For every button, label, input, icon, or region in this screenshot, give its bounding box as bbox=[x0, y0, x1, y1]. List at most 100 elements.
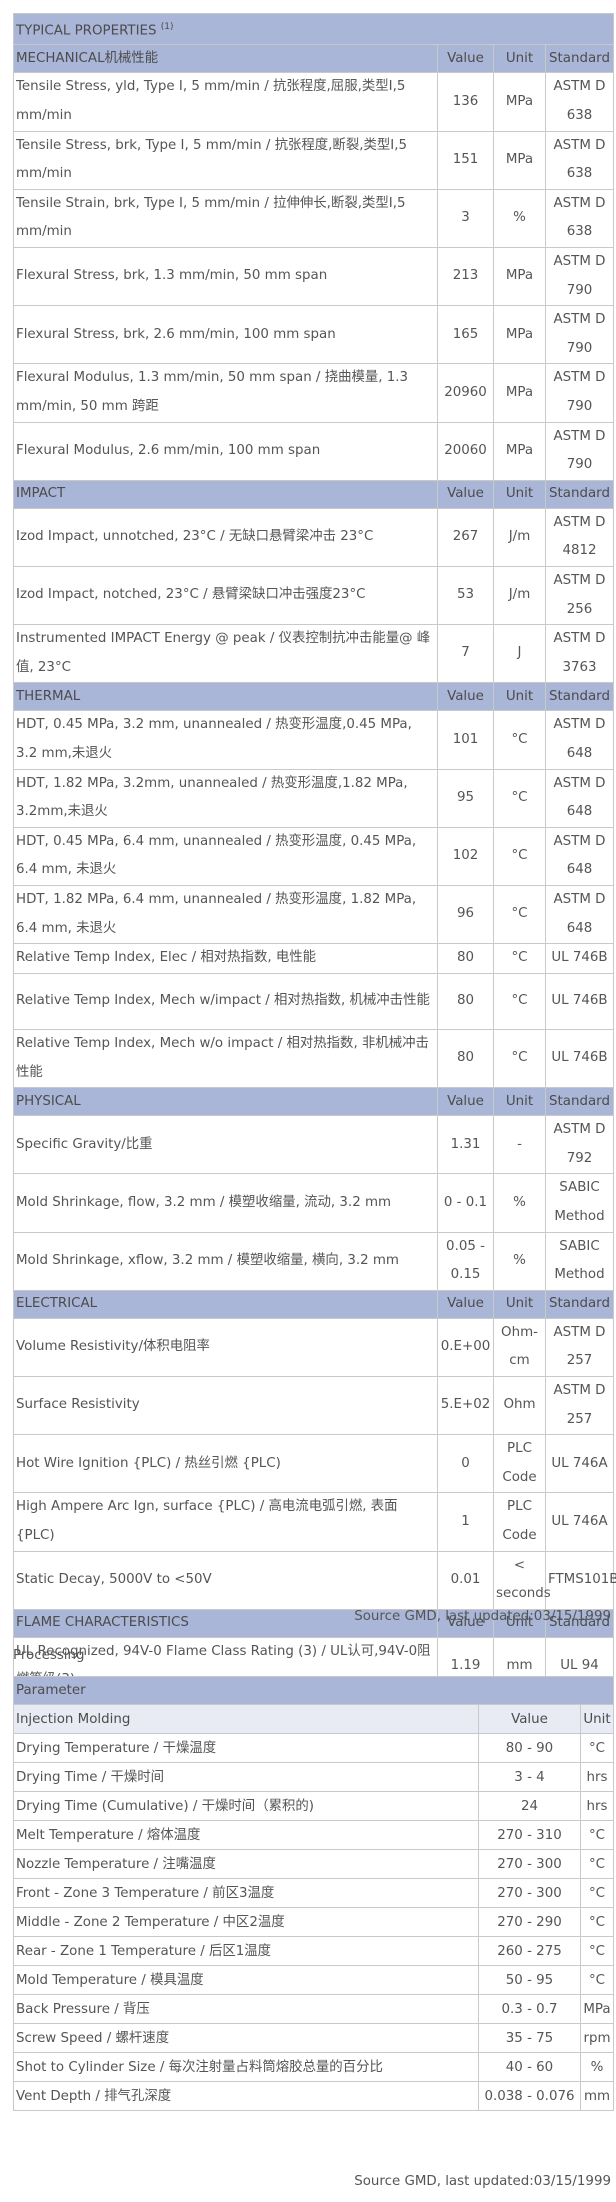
property-name: Mold Shrinkage, xflow, 3.2 mm / 模塑收缩量, 横… bbox=[13, 1231, 438, 1291]
property-standard: ASTM D 256 bbox=[545, 565, 614, 626]
processing-row: Melt Temperature / 熔体温度 270 - 310 °C bbox=[13, 1820, 614, 1850]
property-standard: UL 746B bbox=[545, 973, 614, 1031]
property-standard: ASTM D 648 bbox=[545, 710, 614, 770]
property-unit: Ohm-cm bbox=[493, 1317, 546, 1378]
processing-value: 270 - 310 bbox=[478, 1820, 581, 1850]
property-standard: ASTM D 257 bbox=[545, 1376, 614, 1436]
processing-row: Front - Zone 3 Temperature / 前区3温度 270 - … bbox=[13, 1878, 614, 1908]
property-unit: PLC Code bbox=[493, 1434, 546, 1494]
processing-unit: rpm bbox=[580, 2023, 614, 2053]
property-standard: ASTM D 790 bbox=[545, 247, 614, 307]
property-name: Relative Temp Index, Mech w/impact / 相对热… bbox=[13, 973, 438, 1031]
property-row: Tensile Strain, brk, Type I, 5 mm/min / … bbox=[13, 188, 614, 249]
section-value-header: Value bbox=[437, 44, 494, 74]
property-row: HDT, 0.45 MPa, 3.2 mm, unannealed / 热变形温… bbox=[13, 710, 614, 770]
property-unit: MPa bbox=[493, 363, 546, 423]
property-name: Specific Gravity/比重 bbox=[13, 1115, 438, 1175]
property-value: 80 bbox=[437, 973, 494, 1031]
processing-row: Vent Depth / 排气孔深度 0.038 - 0.076 mm bbox=[13, 2081, 614, 2111]
property-name: Flexural Stress, brk, 1.3 mm/min, 50 mm … bbox=[13, 247, 438, 307]
property-name: Static Decay, 5000V to <50V bbox=[13, 1550, 438, 1610]
property-unit: °C bbox=[493, 1029, 546, 1089]
property-row: Relative Temp Index, Mech w/o impact / 相… bbox=[13, 1029, 614, 1089]
property-name: Izod Impact, notched, 23°C / 悬臂梁缺口冲击强度23… bbox=[13, 565, 438, 626]
property-value: 3 bbox=[437, 188, 494, 249]
property-value: 96 bbox=[437, 884, 494, 945]
section-standard-header: Standard bbox=[545, 479, 614, 509]
property-name: Mold Shrinkage, flow, 3.2 mm / 模塑收缩量, 流动… bbox=[13, 1173, 438, 1233]
section-standard-header: Standard bbox=[545, 682, 614, 712]
property-name: HDT, 1.82 MPa, 6.4 mm, unannealed / 热变形温… bbox=[13, 884, 438, 945]
property-value: 0.01 bbox=[437, 1550, 494, 1610]
processing-parameter: Back Pressure / 背压 bbox=[13, 1994, 479, 2024]
processing-row: Mold Temperature / 模具温度 50 - 95 °C bbox=[13, 1965, 614, 1995]
property-value: 0 bbox=[437, 1434, 494, 1494]
processing-unit: °C bbox=[580, 1878, 614, 1908]
property-standard: UL 746B bbox=[545, 1029, 614, 1089]
processing-unit: °C bbox=[580, 1965, 614, 1995]
processing-unit: °C bbox=[580, 1849, 614, 1879]
property-unit: J/m bbox=[493, 507, 546, 567]
property-unit: J bbox=[493, 624, 546, 684]
processing-unit: °C bbox=[580, 1820, 614, 1850]
property-row: HDT, 0.45 MPa, 6.4 mm, unannealed / 热变形温… bbox=[13, 826, 614, 886]
section-header-row: ELECTRICAL Value Unit Standard bbox=[13, 1289, 614, 1319]
section-standard-header: Standard bbox=[545, 44, 614, 74]
processing-value: 3 - 4 bbox=[478, 1762, 581, 1792]
property-standard: SABIC Method bbox=[545, 1173, 614, 1233]
processing-unit: MPa bbox=[580, 1994, 614, 2024]
property-value: 1 bbox=[437, 1492, 494, 1552]
property-row: HDT, 1.82 MPa, 6.4 mm, unannealed / 热变形温… bbox=[13, 884, 614, 945]
section-header-row: THERMAL Value Unit Standard bbox=[13, 682, 614, 712]
processing-row: Middle - Zone 2 Temperature / 中区2温度 270 -… bbox=[13, 1907, 614, 1937]
property-standard: ASTM D 792 bbox=[545, 1115, 614, 1175]
property-value: 136 bbox=[437, 72, 494, 132]
section-unit-header: Unit bbox=[493, 44, 546, 74]
property-value: 95 bbox=[437, 768, 494, 828]
processing-parameter: Drying Temperature / 干燥温度 bbox=[13, 1733, 479, 1763]
processing-value-header: Value bbox=[478, 1704, 581, 1734]
processing-value: 270 - 290 bbox=[478, 1907, 581, 1937]
property-unit: J/m bbox=[493, 565, 546, 626]
property-unit: Ohm bbox=[493, 1376, 546, 1436]
table-title: TYPICAL PROPERTIES (1) bbox=[13, 12, 614, 46]
section-unit-header: Unit bbox=[493, 479, 546, 509]
processing-parameter: Melt Temperature / 熔体温度 bbox=[13, 1820, 479, 1850]
section-value-header: Value bbox=[437, 1087, 494, 1117]
processing-unit: hrs bbox=[580, 1791, 614, 1821]
section-standard-header: Standard bbox=[545, 1087, 614, 1117]
processing-subheader-row: Injection Molding Value Unit bbox=[13, 1704, 614, 1734]
processing-unit: °C bbox=[580, 1733, 614, 1763]
table-title-text: TYPICAL PROPERTIES bbox=[16, 23, 157, 39]
section-header-row: IMPACT Value Unit Standard bbox=[13, 479, 614, 509]
property-value: 151 bbox=[437, 130, 494, 190]
processing-parameter: Drying Time (Cumulative) / 干燥时间（累积的) bbox=[13, 1791, 479, 1821]
section-unit-header: Unit bbox=[493, 1289, 546, 1319]
property-row: Volume Resistivity/体积电阻率 0.E+00 Ohm-cm ASTM… bbox=[13, 1317, 614, 1378]
property-value: 80 bbox=[437, 943, 494, 975]
property-unit: % bbox=[493, 1231, 546, 1291]
property-unit: °C bbox=[493, 768, 546, 828]
property-unit: °C bbox=[493, 973, 546, 1031]
property-standard: UL 746B bbox=[545, 943, 614, 975]
property-row: Flexural Modulus, 1.3 mm/min, 50 mm span… bbox=[13, 363, 614, 423]
property-row: Tensile Stress, brk, Type I, 5 mm/min / … bbox=[13, 130, 614, 190]
property-row: Mold Shrinkage, xflow, 3.2 mm / 模塑收缩量, 横… bbox=[13, 1231, 614, 1291]
section-unit-header: Unit bbox=[493, 682, 546, 712]
property-row: Flexural Stress, brk, 1.3 mm/min, 50 mm … bbox=[13, 247, 614, 307]
property-value: 213 bbox=[437, 247, 494, 307]
property-standard: ASTM D 257 bbox=[545, 1317, 614, 1378]
property-value: 7 bbox=[437, 624, 494, 684]
processing-value: 80 - 90 bbox=[478, 1733, 581, 1763]
processing-value: 270 - 300 bbox=[478, 1878, 581, 1908]
processing-label: Processing bbox=[13, 1648, 85, 1663]
property-standard: ASTM D 638 bbox=[545, 72, 614, 132]
property-row: Izod Impact, unnotched, 23°C / 无缺口悬臂梁冲击 … bbox=[13, 507, 614, 567]
property-value: 165 bbox=[437, 305, 494, 365]
section-value-header: Value bbox=[437, 479, 494, 509]
property-value: 1.31 bbox=[437, 1115, 494, 1175]
property-name: Surface Resistivity bbox=[13, 1376, 438, 1436]
section-title: PHYSICAL bbox=[13, 1087, 438, 1117]
property-name: Izod Impact, unnotched, 23°C / 无缺口悬臂梁冲击 … bbox=[13, 507, 438, 567]
property-name: HDT, 1.82 MPa, 3.2mm, unannealed / 热变形温度… bbox=[13, 768, 438, 828]
